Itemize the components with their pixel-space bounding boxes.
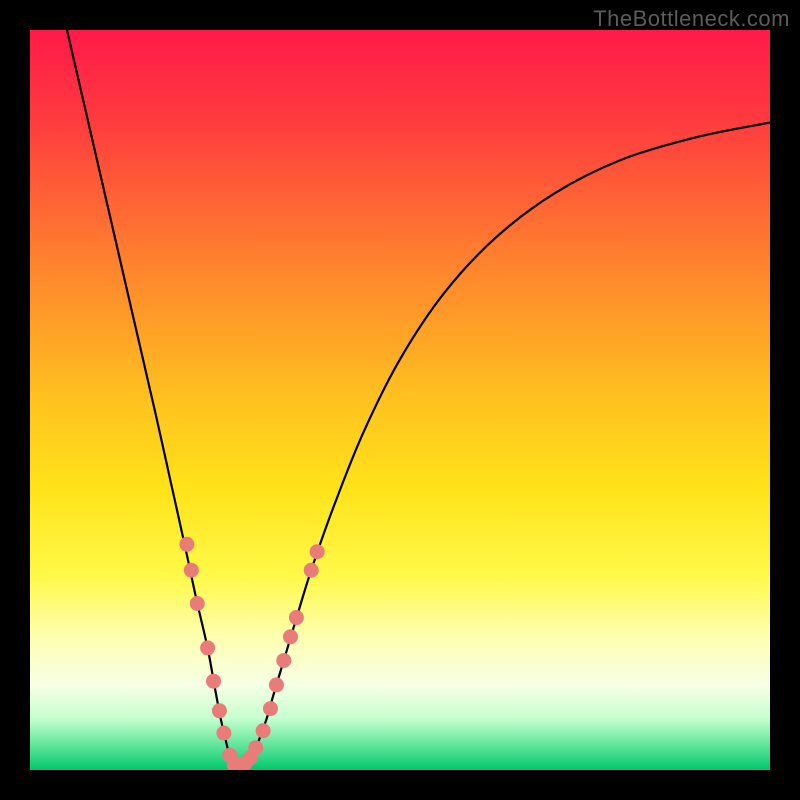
data-point <box>190 596 205 611</box>
data-point <box>216 726 231 741</box>
plot-area <box>30 30 770 770</box>
data-point <box>283 629 298 644</box>
data-point <box>276 653 291 668</box>
data-point <box>289 610 304 625</box>
data-point <box>206 674 221 689</box>
data-point <box>200 640 215 655</box>
chart-frame: TheBottleneck.com <box>0 0 800 800</box>
data-point <box>304 563 319 578</box>
chart-svg <box>30 30 770 770</box>
data-point <box>212 703 227 718</box>
data-point <box>184 563 199 578</box>
data-point <box>248 740 263 755</box>
data-point <box>256 723 271 738</box>
data-point <box>263 701 278 716</box>
data-point <box>269 677 284 692</box>
bottleneck-curve <box>67 30 770 767</box>
data-point <box>310 544 325 559</box>
watermark-text: TheBottleneck.com <box>593 6 790 32</box>
data-point <box>179 537 194 552</box>
